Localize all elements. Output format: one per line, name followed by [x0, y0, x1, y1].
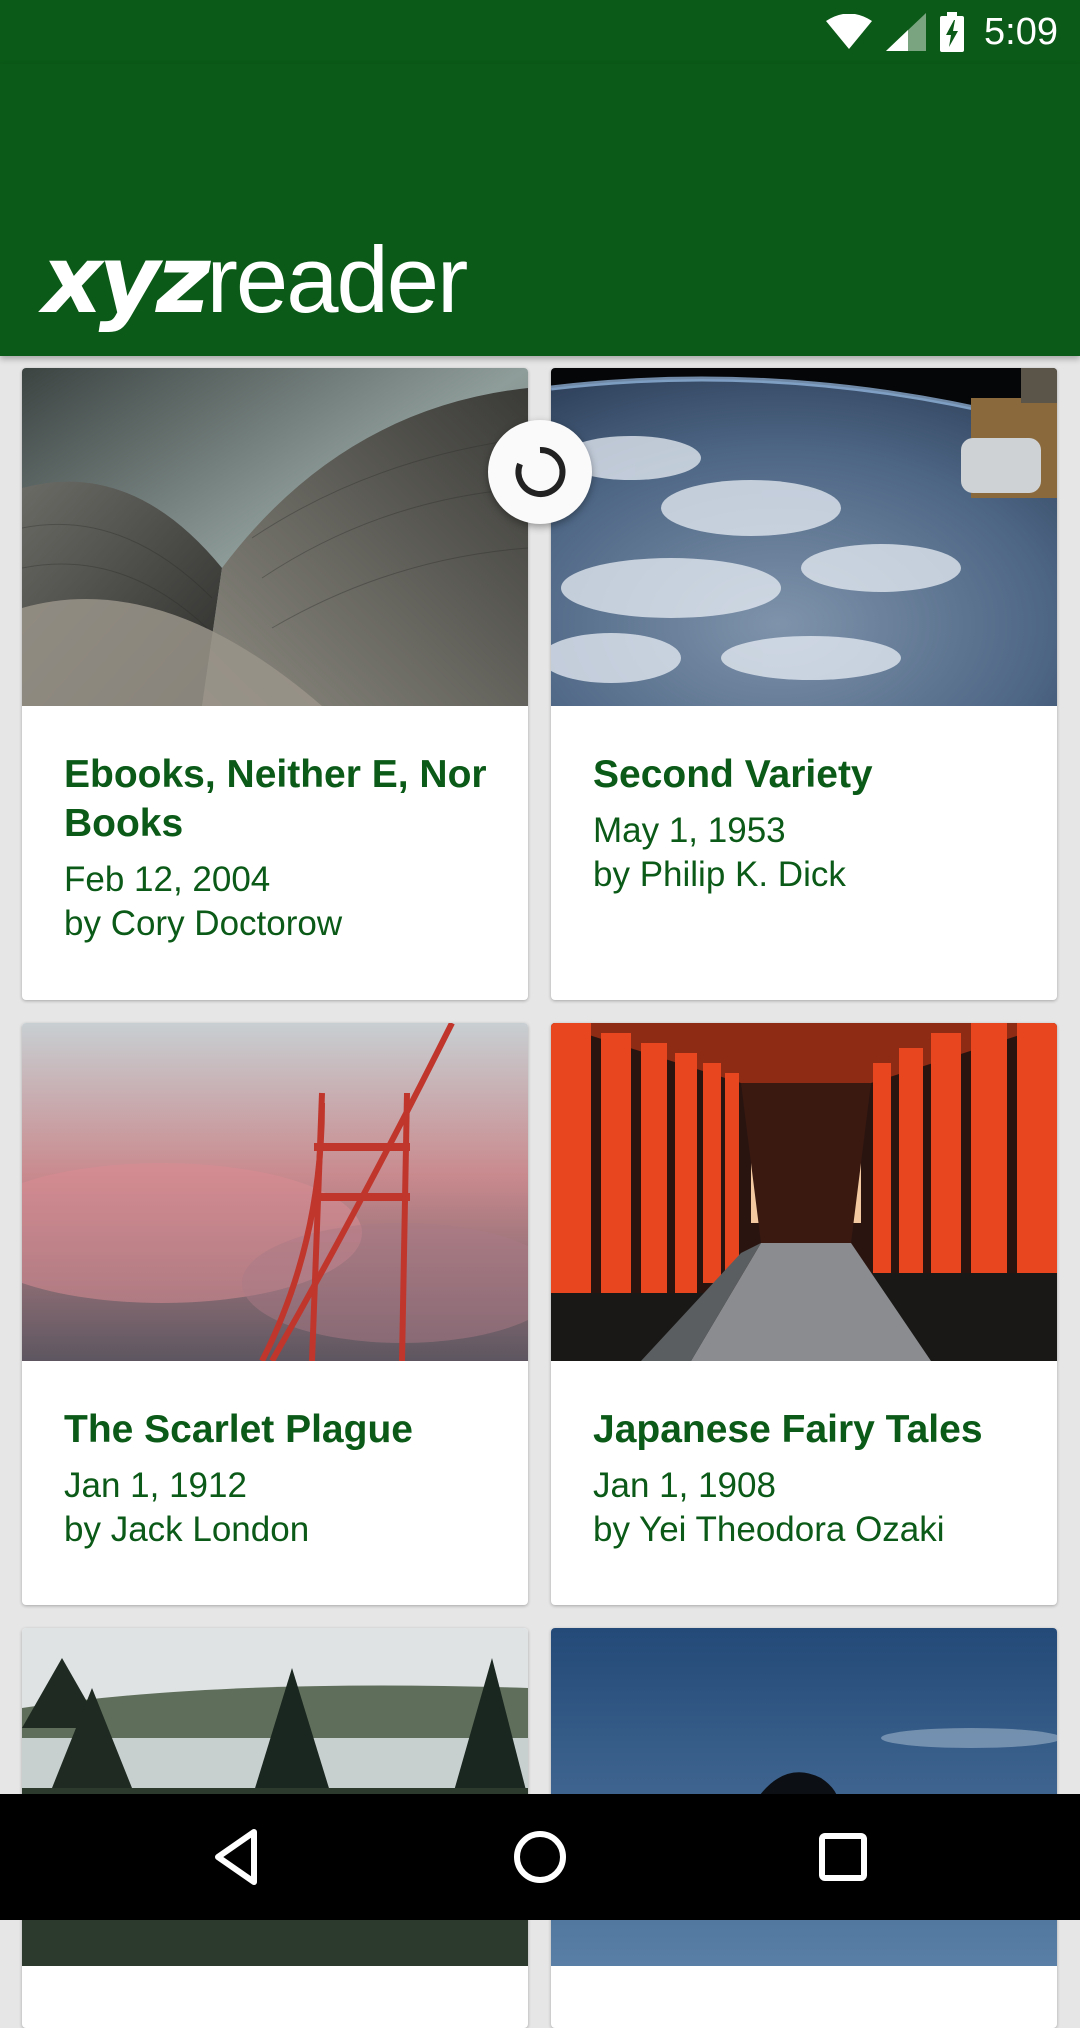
- recents-icon[interactable]: [810, 1824, 876, 1890]
- navigation-bar: [0, 1794, 1080, 1920]
- article-card[interactable]: Japanese Fairy Tales Jan 1, 1908 by Yei …: [551, 1023, 1057, 1605]
- article-date: Jan 1, 1908: [593, 1466, 776, 1505]
- article-date: Jan 1, 1912: [64, 1466, 247, 1505]
- article-title: The Scarlet Plague: [64, 1408, 413, 1451]
- app-logo: xyzreader: [42, 227, 469, 332]
- article-date: May 1, 1953: [593, 811, 786, 850]
- signal-icon: [886, 13, 927, 51]
- article-author: by Cory Doctorow: [64, 904, 343, 943]
- app-toolbar: xyzreader: [0, 64, 1080, 356]
- article-date: Feb 12, 2004: [64, 860, 271, 899]
- article-thumbnail: [22, 368, 528, 706]
- article-title: Second Variety: [593, 753, 873, 796]
- article-title: Japanese Fairy Tales: [593, 1408, 983, 1451]
- article-thumbnail: [22, 1023, 528, 1361]
- status-bar: 5:09: [0, 0, 1080, 64]
- home-icon[interactable]: [507, 1824, 573, 1890]
- article-card[interactable]: Second Variety May 1, 1953 by Philip K. …: [551, 368, 1057, 1000]
- article-author: by Philip K. Dick: [593, 855, 846, 894]
- article-card[interactable]: Ebooks, Neither E, Nor Books Feb 12, 200…: [22, 368, 528, 1000]
- wifi-icon: [826, 14, 873, 49]
- battery-charging-icon: [940, 12, 965, 52]
- article-thumbnail: [551, 368, 1057, 706]
- status-time: 5:09: [984, 10, 1058, 53]
- article-author: by Jack London: [64, 1510, 310, 1549]
- back-icon[interactable]: [204, 1824, 270, 1890]
- loading-spinner: [488, 420, 592, 524]
- logo-xyz: xyz: [42, 226, 211, 335]
- article-card[interactable]: The Scarlet Plague Jan 1, 1912 by Jack L…: [22, 1023, 528, 1605]
- logo-reader: reader: [206, 227, 469, 332]
- article-title: Ebooks, Neither E, Nor Books: [64, 753, 487, 845]
- article-thumbnail: [551, 1023, 1057, 1361]
- article-author: by Yei Theodora Ozaki: [593, 1510, 945, 1549]
- refresh-progress-icon: [515, 446, 566, 497]
